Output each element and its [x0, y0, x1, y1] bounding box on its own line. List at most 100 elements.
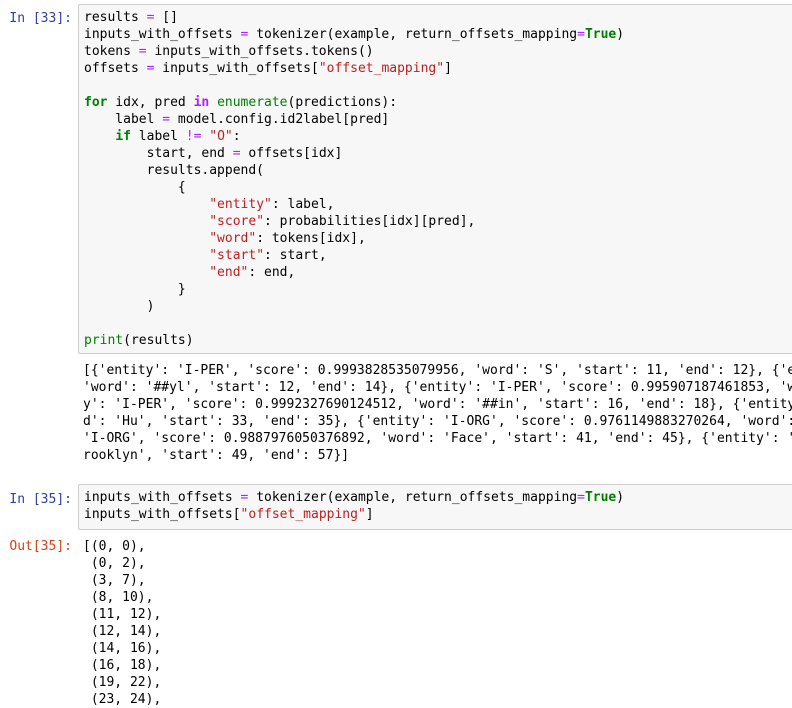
output-line: [(0, 0), [83, 539, 146, 554]
code-token: "word" [209, 231, 257, 246]
output-line: y': 'I-PER', 'score': 0.9992327690124512… [83, 397, 792, 412]
output-line: rooklyn', 'start': 49, 'end': 57}] [83, 448, 350, 463]
output-line: (19, 22), [83, 675, 162, 690]
code-token: label [84, 112, 163, 127]
code-token: ) [616, 490, 625, 505]
code-text[interactable]: inputs_with_offsets = tokenizer(example,… [79, 485, 792, 527]
output-line: [{'entity': 'I-PER', 'score': 0.99938285… [83, 363, 792, 378]
code-token: inputs_with_offsets [84, 490, 241, 505]
code-token: idx, pred [107, 95, 194, 110]
code-token: ) [84, 299, 155, 314]
code-token: enumerate [217, 95, 288, 110]
code-token: : start, [264, 248, 327, 263]
code-line[interactable]: results = [] [84, 9, 792, 26]
stdout-text: [{'entity': 'I-PER', 'score': 0.99938285… [78, 362, 792, 464]
code-line[interactable]: } [84, 281, 792, 298]
code-token: ] [444, 61, 452, 76]
code-line[interactable]: inputs_with_offsets = tokenizer(example,… [84, 489, 792, 506]
code-line[interactable]: inputs_with_offsets = tokenizer(example,… [84, 26, 792, 43]
code-token: in [193, 95, 210, 110]
code-token: ) [616, 27, 625, 42]
output-line: (11, 12), [83, 607, 162, 622]
code-token: print [84, 333, 124, 348]
code-token: tokenizer(example, return_offsets_mappin… [248, 490, 578, 505]
code-line[interactable]: { [84, 179, 792, 196]
code-line[interactable]: for idx, pred in enumerate(predictions): [84, 94, 792, 111]
code-token: "start" [209, 248, 265, 263]
code-token: : tokens[idx], [256, 231, 366, 246]
code-line[interactable]: results.append( [84, 162, 792, 179]
code-token: if [115, 129, 131, 144]
code-editor[interactable]: results = [] inputs_with_offsets = tokeni… [78, 4, 792, 354]
code-token: True [584, 490, 617, 505]
code-token: inputs_with_offsets[ [154, 61, 319, 76]
code-line[interactable]: tokens = inputs_with_offsets.tokens() [84, 43, 792, 60]
code-token: for [84, 95, 108, 110]
code-line[interactable]: ) [84, 298, 792, 315]
code-token: = [577, 27, 585, 42]
code-token: "O" [209, 129, 233, 144]
code-token: "end" [209, 265, 249, 280]
output-area: [{'entity': 'I-PER', 'score': 0.99938285… [78, 362, 792, 468]
code-token: True [584, 27, 617, 42]
code-line[interactable]: "start": start, [84, 247, 792, 264]
code-line[interactable]: "end": end, [84, 264, 792, 281]
output-line: (14, 16), [83, 641, 162, 656]
input-prompt: In [35]: [9, 492, 72, 507]
code-token: : label, [271, 197, 335, 212]
code-token: != [185, 129, 202, 144]
code-line[interactable]: "entity": label, [84, 196, 792, 213]
code-token: results.append( [84, 163, 265, 178]
output-line: (3, 7), [83, 573, 146, 588]
code-token: [] [154, 10, 178, 25]
code-token: = [138, 44, 147, 59]
code-token: : end, [248, 265, 296, 280]
code-token: (predictions): [287, 95, 398, 110]
code-token: offsets [84, 61, 147, 76]
code-text[interactable]: results = [] inputs_with_offsets = tokeni… [79, 5, 792, 353]
code-line[interactable]: inputs_with_offsets["offset_mapping"] [84, 506, 792, 523]
code-line[interactable]: print(results) [84, 332, 792, 349]
output-line: (0, 2), [83, 556, 146, 571]
code-token: results [84, 10, 147, 25]
output-area: [(0, 0), (0, 2), (3, 7), (8, 10), (11, 1… [78, 538, 792, 708]
code-line[interactable]: offsets = inputs_with_offsets["offset_ma… [84, 60, 792, 77]
code-editor[interactable]: inputs_with_offsets = tokenizer(example,… [78, 484, 792, 530]
code-token: label [130, 129, 186, 144]
code-token: = [232, 146, 241, 161]
code-token: = [577, 490, 585, 505]
code-token: inputs_with_offsets.tokens() [146, 44, 374, 59]
code-line[interactable]: "word": tokens[idx], [84, 230, 792, 247]
code-token: tokenizer(example, return_offsets_mappin… [248, 27, 578, 42]
code-token: { [84, 180, 186, 195]
result-text: [(0, 0), (0, 2), (3, 7), (8, 10), (11, 1… [78, 538, 792, 708]
input-prompt: In [33]: [9, 11, 72, 26]
code-token: start, end [84, 146, 233, 161]
code-line[interactable] [84, 315, 792, 332]
code-token: "offset_mapping" [318, 61, 445, 76]
output-line: (23, 24), [83, 692, 162, 707]
code-token: = [162, 112, 171, 127]
code-line[interactable]: "score": probabilities[idx][pred], [84, 213, 792, 230]
output-line: (12, 14), [83, 624, 162, 639]
code-token: model.config.id2label[pred] [170, 112, 390, 127]
code-token: : probabilities[idx][pred], [264, 214, 476, 229]
code-token: inputs_with_offsets[ [84, 507, 241, 522]
code-line[interactable]: label = model.config.id2label[pred] [84, 111, 792, 128]
code-line[interactable]: if label != "O": [84, 128, 792, 145]
code-line[interactable]: start, end = offsets[idx] [84, 145, 792, 162]
code-token: (results) [123, 333, 194, 348]
code-token: ] [365, 507, 374, 522]
code-token: "entity" [209, 197, 272, 212]
code-line[interactable] [84, 77, 792, 94]
code-token: offsets[idx] [240, 146, 343, 161]
output-line: d': 'Hu', 'start': 33, 'end': 35}, {'ent… [83, 414, 792, 429]
code-token: } [84, 282, 186, 297]
code-token: "score" [209, 214, 265, 229]
